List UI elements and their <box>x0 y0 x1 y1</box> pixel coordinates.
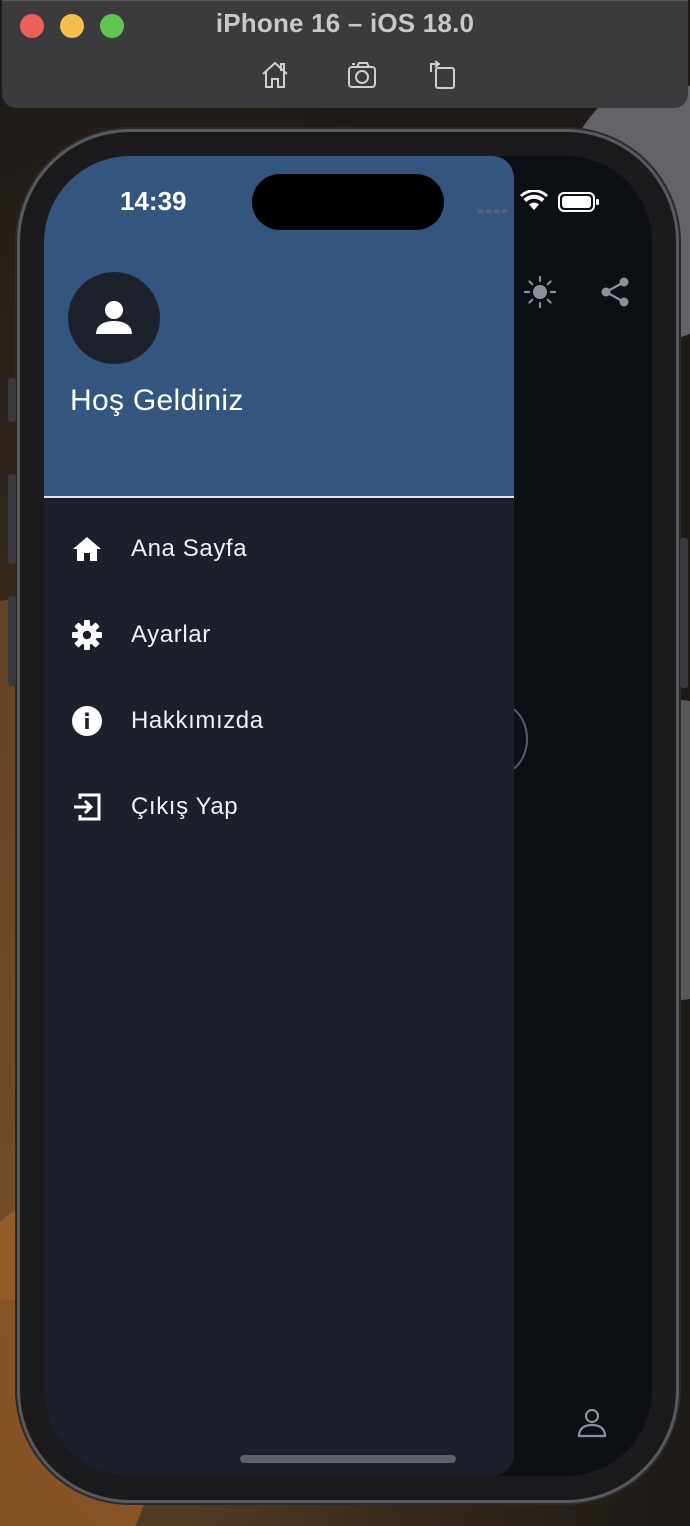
profile-icon[interactable] <box>574 1404 610 1445</box>
drawer-item-label: Ayarlar <box>131 621 211 648</box>
avatar <box>68 272 160 364</box>
drawer-item-label: Çıkış Yap <box>131 793 239 820</box>
drawer-item-home[interactable]: Ana Sayfa <box>44 506 514 592</box>
wifi-icon <box>520 189 548 217</box>
settings-icon <box>69 617 105 653</box>
logout-icon <box>69 789 105 825</box>
welcome-text: Hoş Geldiniz <box>70 384 244 417</box>
phone-screen: Hoş Geldiniz 14:39 Ana Sayfa Ayarlar Hak… <box>44 156 652 1476</box>
dynamic-island <box>252 174 444 230</box>
simulator-titlebar: iPhone 16 – iOS 18.0 <box>2 0 688 108</box>
drawer-item-label: Ana Sayfa <box>131 535 248 562</box>
battery-icon <box>558 192 600 217</box>
drawer-menu: Ana Sayfa Ayarlar Hakkımızda Çıkış Yap <box>44 506 514 850</box>
rotate-icon[interactable] <box>426 58 460 92</box>
brightness-icon[interactable] <box>522 274 558 315</box>
volume-down-button <box>8 596 16 686</box>
home-icon[interactable] <box>258 58 292 92</box>
simulator-title: iPhone 16 – iOS 18.0 <box>215 8 475 38</box>
power-button <box>680 538 688 688</box>
home-indicator[interactable] <box>240 1455 456 1463</box>
signal-icon <box>478 202 510 220</box>
action-button <box>8 378 16 422</box>
share-icon[interactable] <box>597 274 633 315</box>
navigation-drawer: Hoş Geldiniz 14:39 Ana Sayfa Ayarlar Hak… <box>44 156 514 1476</box>
status-time: 14:39 <box>120 186 187 216</box>
drawer-item-about[interactable]: Hakkımızda <box>44 678 514 764</box>
info-icon <box>69 703 105 739</box>
home-icon <box>69 531 105 567</box>
screenshot-icon[interactable] <box>346 58 380 92</box>
person-icon <box>96 301 132 334</box>
iphone-device: Hoş Geldiniz 14:39 Ana Sayfa Ayarlar Hak… <box>8 132 688 1500</box>
volume-up-button <box>8 474 16 564</box>
drawer-item-logout[interactable]: Çıkış Yap <box>44 764 514 850</box>
drawer-item-settings[interactable]: Ayarlar <box>44 592 514 678</box>
drawer-item-label: Hakkımızda <box>131 707 264 734</box>
